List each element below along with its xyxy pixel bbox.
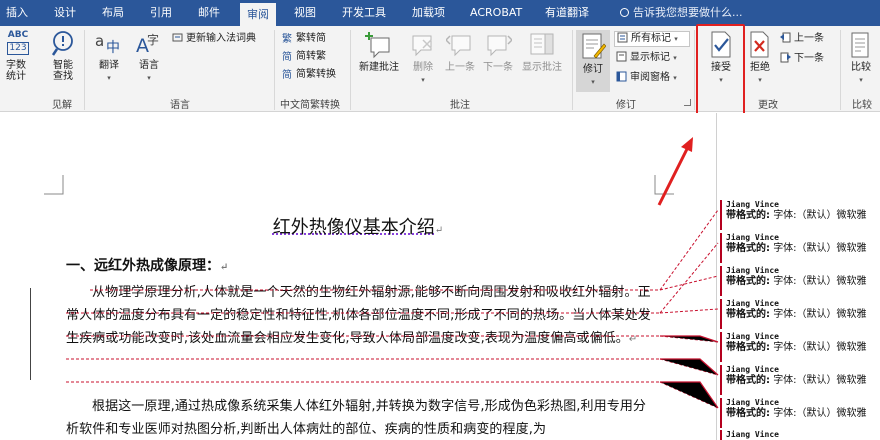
revision-balloon[interactable]: Jiang Vince [720,430,880,440]
revision-balloon[interactable]: Jiang Vince 带格式的: 字体:（默认）微软雅 [720,365,880,395]
compare-icon [848,30,874,60]
group-separator [840,30,841,110]
page-corner-mark [44,175,64,195]
tab-view[interactable]: 视图 [294,0,316,26]
language-icon: A字 [134,30,164,58]
svg-text:中: 中 [106,40,120,56]
next-change-icon [780,52,791,63]
svg-text:a: a [95,32,104,50]
group-label-insights: 见解 [52,96,72,111]
language-button[interactable]: A字 语言 ▾ [132,30,166,84]
translate-icon: a中 [94,30,124,58]
group-label-changes: 更改 [758,96,778,111]
translate-button[interactable]: a中 翻译 ▾ [92,30,126,84]
reviewing-pane-button[interactable]: 审阅窗格 ▾ [616,71,677,85]
group-label-tracking: 修订 [616,96,636,111]
revision-balloon[interactable]: Jiang Vince 带格式的: 字体:（默认）微软雅 [720,299,880,329]
show-comments-button[interactable]: 显示批注 [518,30,566,74]
group-separator [350,30,351,110]
simplified-to-traditional-button[interactable]: 简简转繁 [282,50,326,64]
tab-addins[interactable]: 加载项 [412,0,445,26]
revision-balloon[interactable]: Jiang Vince 带格式的: 字体:（默认）微软雅 [720,266,880,296]
group-label-chinese-conversion: 中文简繁转换 [280,96,340,111]
smart-lookup-button[interactable]: 智能查找 [46,30,80,82]
tab-acrobat[interactable]: ACROBAT [470,0,522,26]
new-comment-icon [365,30,393,60]
word-count-button[interactable]: ABC 123 字数统计 [4,30,32,82]
group-separator [572,30,573,110]
track-changes-icon [580,32,606,62]
paragraph-1: 从物理学原理分析,人体就是一个天然的生物红外辐射源,能够不断向周围发射和吸收红外… [66,281,658,351]
compare-button[interactable]: 比较 ▾ [846,30,876,86]
page-corner-mark [654,175,674,195]
reviewing-pane-icon [616,71,627,82]
group-label-compare: 比较 [852,96,872,111]
group-separator [274,30,275,110]
dictionary-icon [172,32,183,43]
group-separator [84,30,85,110]
revision-balloon[interactable]: Jiang Vince 带格式的: 字体:（默认）微软雅 [720,233,880,263]
chinese-conversion-button[interactable]: 简简繁转换 [282,68,336,82]
next-comment-icon [484,30,512,60]
ribbon: ABC 123 字数统计 智能查找 见解 a中 翻译 ▾ A字 语言 ▾ 更新输入法… [0,26,880,112]
markup-icon [617,32,628,43]
revision-balloon[interactable]: Jiang Vince 带格式的: 字体:（默认）微软雅 [720,332,880,362]
svg-text:简: 简 [282,68,292,79]
tab-layout[interactable]: 布局 [102,0,124,26]
revision-balloon[interactable]: Jiang Vince 带格式的: 字体:（默认）微软雅 [720,398,880,428]
document-title: 红外热像仪基本介绍↵ [0,213,716,239]
smart-lookup-icon [50,30,76,58]
traditional-to-simplified-button[interactable]: 繁繁转简 [282,32,326,46]
svg-text:简: 简 [282,50,292,61]
tab-insert[interactable]: 插入 [6,0,28,26]
svg-text:繁: 繁 [282,32,292,43]
new-comment-button[interactable]: 新建批注 [356,30,402,74]
group-label-language: 语言 [170,96,190,111]
section-heading: 一、远红外热成像原理：↵ [66,255,228,275]
tab-references[interactable]: 引用 [150,0,172,26]
show-markup-button[interactable]: 显示标记 ▾ [616,51,677,65]
track-changes-button[interactable]: 修订 ▾ [576,30,610,92]
revision-balloon[interactable]: Jiang Vince 带格式的: 字体:（默认）微软雅 [720,200,880,230]
previous-comment-button[interactable]: 上一条 [442,30,478,74]
next-comment-button[interactable]: 下一条 [480,30,516,74]
update-ime-dictionary-button[interactable]: 更新输入法词典 [172,32,256,46]
trad-to-simp-icon: 繁 [282,32,293,43]
delete-comment-button[interactable]: 删除 ▾ [406,30,440,86]
paragraph-2: 根据这一原理,通过热成像系统采集人体红外辐射,并转换为数字信号,形成伪色彩热图,… [66,395,658,440]
conversion-icon: 简 [282,68,293,79]
previous-comment-icon [446,30,474,60]
word-count-icon: ABC 123 [6,30,30,58]
markup-display-select[interactable]: 所有标记 ▾ [614,31,690,47]
previous-change-icon [780,32,791,43]
group-separator [694,30,695,110]
tab-youdao[interactable]: 有道翻译 [545,0,589,26]
lightbulb-icon [620,8,629,17]
tell-me-text: 告诉我您想要做什么... [633,6,743,19]
tab-review[interactable]: 审阅 [240,3,276,26]
delete-comment-icon [409,30,437,60]
previous-change-button[interactable]: 上一条 [780,32,824,46]
tab-design[interactable]: 设计 [54,0,76,26]
svg-text:字: 字 [147,32,159,47]
simp-to-trad-icon: 简 [282,50,293,61]
tab-mailings[interactable]: 邮件 [198,0,220,26]
reject-button[interactable]: 拒绝 ▾ [746,30,774,86]
tell-me-box[interactable]: 告诉我您想要做什么... [620,0,743,26]
next-change-button[interactable]: 下一条 [780,52,824,66]
ribbon-tab-bar: 插入 设计 布局 引用 邮件 审阅 视图 开发工具 加载项 ACROBAT 有道… [0,0,880,26]
group-label-comments: 批注 [450,96,470,111]
document-page[interactable]: 红外热像仪基本介绍↵ 一、远红外热成像原理：↵ 从物理学原理分析,人体就是一个天… [0,113,716,440]
reject-icon [748,30,772,60]
change-bar [30,288,31,380]
tab-developer[interactable]: 开发工具 [342,0,386,26]
tracking-dialog-launcher-icon[interactable] [684,99,691,106]
show-comments-icon [528,30,556,60]
show-markup-icon [616,51,627,62]
